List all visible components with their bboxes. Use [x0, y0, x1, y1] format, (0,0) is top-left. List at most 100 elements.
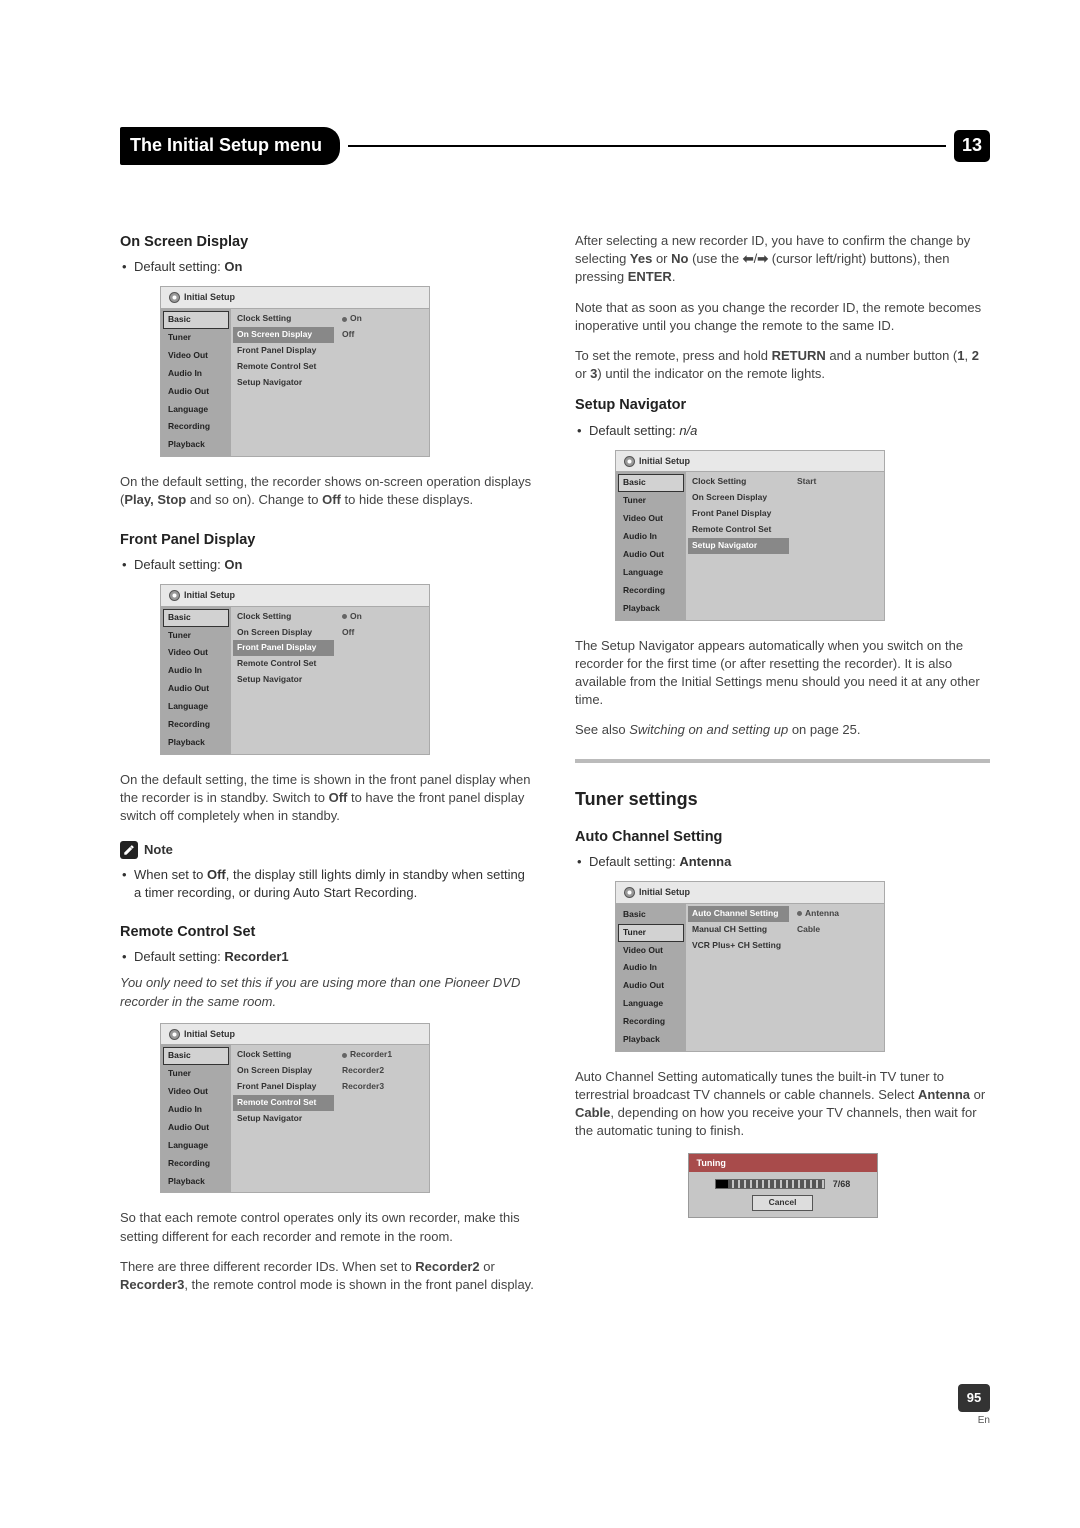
nav-p1: The Setup Navigator appears automaticall…	[575, 637, 990, 710]
note-label: Note	[144, 841, 173, 859]
heading-on-screen-display: On Screen Display	[120, 232, 535, 252]
osd-center-item: Front Panel Display	[688, 506, 789, 522]
osd-option: Recorder1	[342, 1047, 423, 1063]
osd-left-item: Video Out	[163, 347, 229, 365]
default-label: Default setting:	[134, 259, 224, 274]
screenshot-fpd: Initial Setup Basic Tuner Video Out Audi…	[160, 584, 430, 755]
default-setting-nav: Default setting: n/a	[575, 422, 990, 440]
osd-left-item: Tuner	[163, 627, 229, 645]
osd-left-item: Playback	[163, 1173, 229, 1191]
default-value: Antenna	[679, 854, 731, 869]
left-column: On Screen Display Default setting: On In…	[120, 232, 535, 1314]
osd-left-item: Playback	[618, 1031, 684, 1049]
osd-left-item: Video Out	[618, 942, 684, 960]
osd-window-title: Initial Setup	[184, 291, 235, 304]
osd-left-item: Playback	[618, 600, 684, 618]
osd-left-item: Language	[618, 995, 684, 1013]
osd-center-item: Front Panel Display	[233, 1079, 334, 1095]
default-label: Default setting:	[134, 949, 224, 964]
osd-left-item: Video Out	[163, 644, 229, 662]
osd-left-item: Audio In	[163, 1101, 229, 1119]
page-title: The Initial Setup menu	[120, 127, 340, 164]
osd-left-item: Recording	[618, 1013, 684, 1031]
page-language: En	[958, 1414, 990, 1428]
osd-left-item: Audio Out	[618, 546, 684, 564]
screenshot-osd: Initial Setup Basic Tuner Video Out Audi…	[160, 286, 430, 457]
arrow-right-icon: ➡	[757, 251, 768, 266]
rcs-p2: There are three different recorder IDs. …	[120, 1258, 535, 1294]
osd-left-item: Tuner	[163, 1065, 229, 1083]
osd-option: Recorder3	[342, 1079, 423, 1095]
osd-left-item: Recording	[618, 582, 684, 600]
osd-option: Cable	[797, 922, 878, 938]
chapter-number-badge: 13	[954, 130, 990, 162]
osd-left-item: Recording	[163, 418, 229, 436]
cancel-button[interactable]: Cancel	[752, 1195, 814, 1211]
inoperative-paragraph: Note that as soon as you change the reco…	[575, 299, 990, 335]
osd-center-item: Setup Navigator	[233, 1111, 334, 1127]
osd-option: Off	[342, 625, 423, 641]
osd-left-item: Audio In	[163, 365, 229, 383]
osd-left-item: Video Out	[163, 1083, 229, 1101]
osd-window-title: Initial Setup	[184, 589, 235, 602]
heading-tuner-settings: Tuner settings	[575, 787, 990, 812]
osd-left-item: Basic	[618, 474, 684, 492]
osd-left-item: Audio In	[618, 959, 684, 977]
osd-center-item: Setup Navigator	[233, 375, 334, 391]
osd-center-item: Manual CH Setting	[688, 922, 789, 938]
default-value: n/a	[679, 423, 697, 438]
osd-left-item: Audio Out	[163, 1119, 229, 1137]
heading-remote-control-set: Remote Control Set	[120, 922, 535, 942]
rcs-intro: You only need to set this if you are usi…	[120, 974, 535, 1010]
osd-left-item: Language	[163, 401, 229, 419]
screenshot-acs: Initial Setup Basic Tuner Video Out Audi…	[615, 881, 885, 1052]
tuning-count: 7/68	[833, 1178, 851, 1191]
osd-center-item: Clock Setting	[233, 311, 334, 327]
osd-left-item: Audio Out	[163, 680, 229, 698]
osd-left-item: Audio In	[618, 528, 684, 546]
default-label: Default setting:	[589, 423, 679, 438]
osd-option: Recorder2	[342, 1063, 423, 1079]
osd-center-item: Setup Navigator	[233, 672, 334, 688]
osd-left-item: Basic	[618, 906, 684, 924]
note-header: Note	[120, 841, 535, 859]
osd-center-item: Setup Navigator	[688, 538, 789, 554]
osd-option: Start	[797, 474, 878, 490]
osd-left-item: Tuner	[618, 924, 684, 942]
osd-center-item: On Screen Display	[233, 625, 334, 641]
osd-option: Off	[342, 327, 423, 343]
osd-left-item: Basic	[163, 311, 229, 329]
page-footer: 95 En	[120, 1384, 990, 1428]
osd-center-item: Remote Control Set	[233, 656, 334, 672]
tuning-progress-bar	[715, 1179, 825, 1189]
osd-center-item: Front Panel Display	[233, 640, 334, 656]
default-label: Default setting:	[134, 557, 224, 572]
page-number: 95	[958, 1384, 990, 1412]
osd-center-item: On Screen Display	[688, 490, 789, 506]
osd-left-item: Language	[163, 698, 229, 716]
section-divider	[575, 759, 990, 763]
osd-left-item: Playback	[163, 436, 229, 454]
osd-center-item: Clock Setting	[688, 474, 789, 490]
default-label: Default setting:	[589, 854, 679, 869]
default-setting-fpd: Default setting: On	[120, 556, 535, 574]
osd-option: On	[342, 311, 423, 327]
osd-left-item: Audio Out	[618, 977, 684, 995]
osd-left-item: Recording	[163, 1155, 229, 1173]
rcs-p1: So that each remote control operates onl…	[120, 1209, 535, 1245]
default-value: On	[224, 557, 242, 572]
osd-left-item: Video Out	[618, 510, 684, 528]
osd-left-item: Recording	[163, 716, 229, 734]
default-value: Recorder1	[224, 949, 288, 964]
fpd-description: On the default setting, the time is show…	[120, 771, 535, 826]
disc-icon	[624, 887, 635, 898]
header-rule	[348, 145, 946, 147]
header-bar: The Initial Setup menu 13	[120, 130, 990, 162]
osd-left-item: Basic	[163, 609, 229, 627]
osd-option: Antenna	[797, 906, 878, 922]
default-setting-acs: Default setting: Antenna	[575, 853, 990, 871]
osd-center-item: Auto Channel Setting	[688, 906, 789, 922]
osd-center-item: On Screen Display	[233, 327, 334, 343]
osd-window-title: Initial Setup	[639, 886, 690, 899]
set-remote-paragraph: To set the remote, press and hold RETURN…	[575, 347, 990, 383]
